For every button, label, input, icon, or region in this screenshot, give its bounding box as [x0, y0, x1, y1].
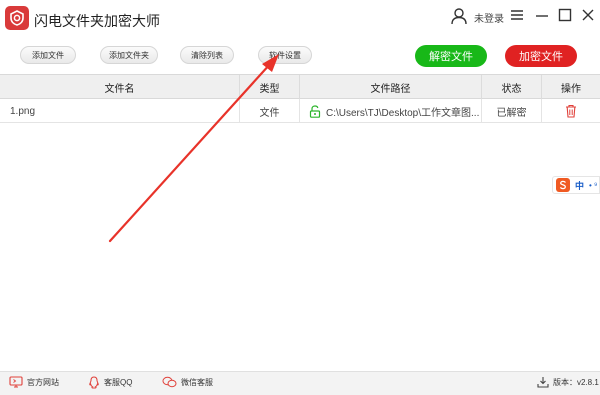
app-logo-icon	[5, 6, 29, 30]
column-header-action: 操作	[561, 83, 581, 95]
settings-button[interactable]: 软件设置	[258, 46, 312, 64]
ime-dots-icon: • ⁹	[589, 180, 598, 190]
file-path-text: C:\Users\TJ\Desktop\工作文章图...	[326, 107, 480, 119]
trash-icon[interactable]	[565, 104, 577, 118]
maximize-icon[interactable]	[556, 6, 574, 24]
official-website-link[interactable]: 官方网站	[9, 376, 59, 388]
column-header-name[interactable]: 文件名	[0, 75, 240, 99]
menu-icon[interactable]	[508, 6, 526, 24]
close-icon[interactable]	[579, 6, 597, 24]
version-info[interactable]: 版本：v2.8.1	[537, 376, 599, 388]
add-file-button[interactable]: 添加文件	[20, 46, 76, 64]
status-bar: 官方网站 客服QQ 微信客服 版本：v2.8.1	[0, 371, 600, 395]
cell-action	[542, 99, 600, 123]
column-header-status[interactable]: 状态	[482, 75, 542, 99]
ime-indicator[interactable]: 中 • ⁹	[552, 176, 600, 194]
app-title: 闪电文件夹加密大师	[34, 13, 160, 29]
wechat-icon	[162, 376, 177, 388]
cell-file-name: 1.png	[0, 99, 240, 123]
table-header: 文件名 类型 文件路径 状态 操作	[0, 74, 600, 99]
download-icon	[537, 377, 549, 388]
qq-icon	[89, 376, 99, 389]
version-label: 版本：v2.8.1	[553, 377, 599, 387]
clear-list-button[interactable]: 清除列表	[180, 46, 234, 64]
toolbar: 添加文件 添加文件夹 清除列表 软件设置 解密文件 加密文件	[0, 38, 600, 74]
cell-file-type: 文件	[240, 99, 300, 123]
login-status[interactable]: 未登录	[474, 10, 504, 25]
cell-file-path: C:\Users\TJ\Desktop\工作文章图...	[300, 99, 482, 123]
title-bar: 闪电文件夹加密大师 未登录	[0, 0, 600, 38]
monitor-icon	[9, 376, 23, 388]
ime-mode-label: 中	[575, 180, 585, 191]
cell-status: 已解密	[482, 99, 542, 123]
add-folder-button[interactable]: 添加文件夹	[100, 46, 158, 64]
decrypt-file-button[interactable]: 解密文件	[415, 45, 487, 67]
wechat-support-link[interactable]: 微信客服	[162, 376, 213, 388]
qq-support-label: 客服QQ	[104, 378, 133, 387]
qq-support-link[interactable]: 客服QQ	[88, 376, 132, 389]
wechat-support-label: 微信客服	[181, 377, 213, 387]
unlock-icon	[309, 104, 321, 118]
minimize-icon[interactable]	[533, 6, 551, 24]
user-icon[interactable]	[450, 7, 468, 25]
column-header-path[interactable]: 文件路径	[300, 75, 482, 99]
sogou-icon	[556, 178, 570, 192]
official-website-label: 官方网站	[27, 377, 59, 387]
encrypt-file-button[interactable]: 加密文件	[505, 45, 577, 67]
column-header-type[interactable]: 类型	[240, 75, 300, 99]
table-row[interactable]: 1.png 文件 C:\Users\TJ\Desktop\工作文章图... 已解…	[0, 99, 600, 123]
